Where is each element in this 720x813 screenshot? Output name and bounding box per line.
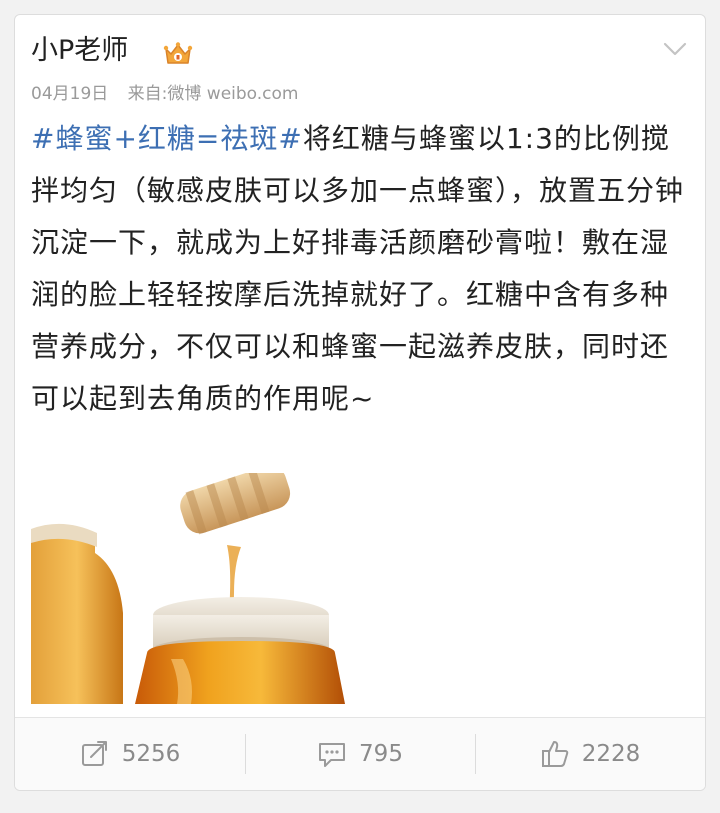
thumbs-up-icon: [541, 741, 568, 767]
repost-icon: [81, 741, 107, 766]
crown-badge-icon[interactable]: [163, 41, 193, 67]
comment-icon: [319, 743, 346, 767]
post-image[interactable]: [31, 473, 345, 704]
repost-button[interactable]: 5256: [15, 718, 245, 790]
post-date: 04月19日: [31, 84, 109, 104]
weibo-post-card: 小P老师 04月19日 来自:微博 weibo.com #蜂蜜+红糖=祛斑#将红…: [14, 14, 706, 791]
post-body-text: 将红糖与蜂蜜以1:3的比例搅拌均匀（敏感皮肤可以多加一点蜂蜜），放置五分钟沉淀一…: [31, 122, 685, 415]
username[interactable]: 小P老师: [31, 33, 128, 69]
honey-jar-image: [31, 473, 345, 704]
post-source[interactable]: 来自:微博 weibo.com: [128, 84, 299, 104]
topic-link[interactable]: #蜂蜜+红糖=祛斑#: [31, 122, 303, 155]
action-bar: 5256 795 2228: [15, 717, 705, 790]
like-button[interactable]: 2228: [475, 718, 705, 790]
chevron-down-icon[interactable]: [661, 39, 689, 59]
comment-count: 795: [359, 741, 403, 767]
repost-count: 5256: [121, 741, 181, 767]
comment-button[interactable]: 795: [245, 718, 475, 790]
post-meta: 04月19日 来自:微博 weibo.com: [31, 83, 313, 105]
post-body: #蜂蜜+红糖=祛斑#将红糖与蜂蜜以1:3的比例搅拌均匀（敏感皮肤可以多加一点蜂蜜…: [31, 113, 695, 425]
post-header: 小P老师 04月19日 来自:微博 weibo.com: [31, 27, 689, 107]
like-count: 2228: [581, 741, 641, 767]
